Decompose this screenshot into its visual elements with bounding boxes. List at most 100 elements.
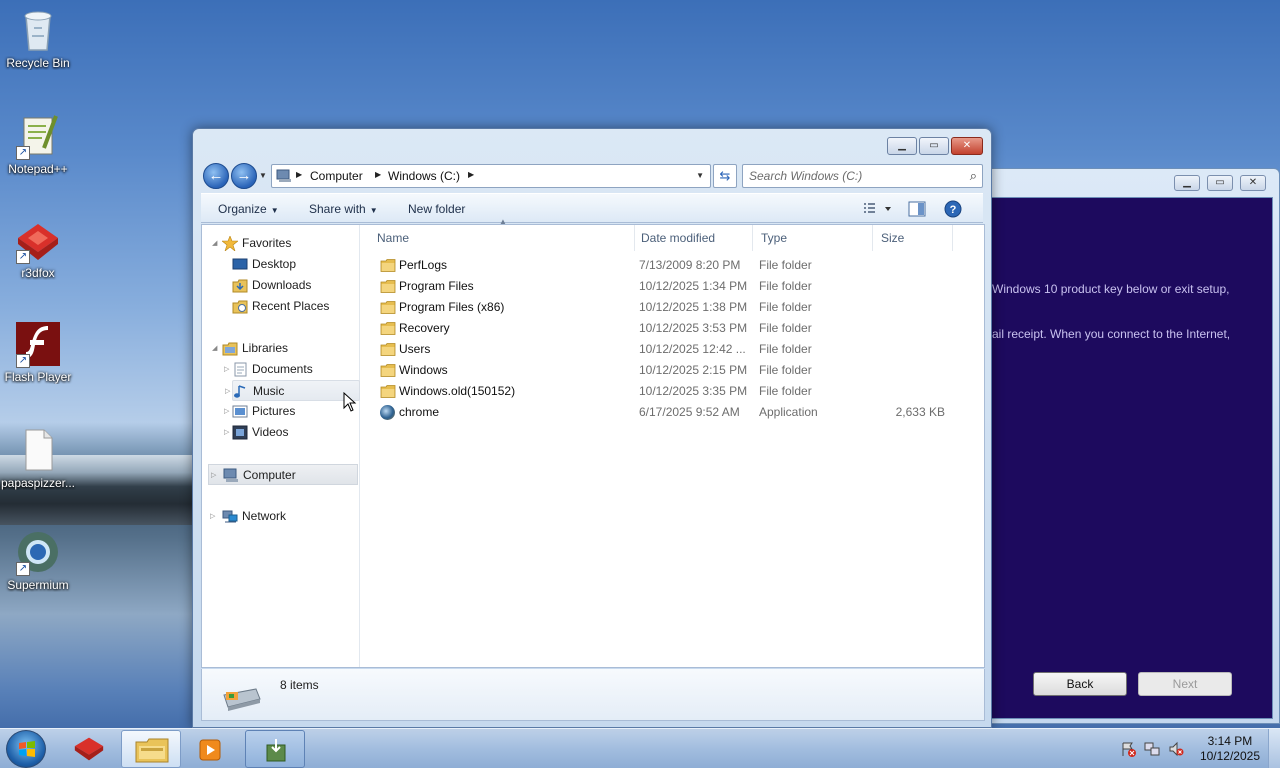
file-type: File folder bbox=[759, 279, 812, 293]
maximize-button[interactable]: ▭ bbox=[919, 137, 949, 155]
taskbar-windows-explorer[interactable] bbox=[121, 730, 181, 768]
nav-pictures[interactable]: ▷ Pictures bbox=[224, 401, 295, 422]
nav-desktop[interactable]: Desktop bbox=[232, 254, 297, 275]
nav-recent-places[interactable]: Recent Places bbox=[232, 296, 329, 317]
search-input[interactable] bbox=[743, 165, 953, 187]
desktop-icon bbox=[232, 257, 248, 272]
file-row[interactable]: Users 10/12/2025 12:42 ... File folder bbox=[371, 339, 951, 360]
column-header-size[interactable]: Size bbox=[873, 225, 953, 251]
item-count: 8 items bbox=[280, 678, 319, 692]
file-row[interactable]: PerfLogs 7/13/2009 8:20 PM File folder bbox=[371, 255, 951, 276]
file-row[interactable]: Program Files 10/12/2025 1:34 PM File fold… bbox=[371, 276, 951, 297]
collapsed-arrow-icon[interactable]: ▷ bbox=[210, 506, 215, 527]
address-bar[interactable]: ▶ Computer ▶ Windows (C:) ▶ ▼ bbox=[271, 164, 711, 188]
address-dropdown-icon[interactable]: ▼ bbox=[696, 171, 704, 180]
close-button[interactable]: ✕ bbox=[1240, 175, 1266, 191]
file-name: Windows bbox=[399, 363, 448, 377]
desktop-icon-r3dfox[interactable]: ↗ r3dfox bbox=[0, 216, 76, 280]
recycle-bin-icon bbox=[14, 6, 62, 54]
file-size: 2,633 KB bbox=[895, 405, 945, 419]
nav-label: Desktop bbox=[252, 257, 297, 271]
column-header-type[interactable]: Type bbox=[753, 225, 873, 251]
change-view-icon[interactable] bbox=[863, 202, 893, 216]
windows-logo-icon bbox=[19, 741, 35, 757]
desktop-icon-notepad-plus-plus[interactable]: ↗ Notepad++ bbox=[0, 112, 76, 176]
refresh-button[interactable]: ⇆ bbox=[713, 164, 737, 188]
share-with-label: Share with bbox=[309, 202, 366, 216]
nav-label: Libraries bbox=[242, 341, 289, 355]
file-row[interactable]: Windows.old(150152) 10/12/2025 3:35 PM Fil… bbox=[371, 381, 951, 402]
close-button[interactable]: ✕ bbox=[951, 137, 983, 155]
file-row[interactable]: Program Files (x86) 10/12/2025 1:38 PM Fil… bbox=[371, 297, 951, 318]
file-name: Windows.old(150152) bbox=[399, 384, 516, 398]
clock[interactable]: 3:14 PM 10/12/2025 bbox=[1200, 734, 1260, 764]
nav-documents[interactable]: ▷ Documents bbox=[224, 359, 313, 380]
desktop-icon-supermium[interactable]: ↗ Supermium bbox=[0, 528, 76, 592]
minimize-button[interactable]: ▁ bbox=[887, 137, 917, 155]
show-desktop-button[interactable] bbox=[1268, 729, 1280, 768]
taskbar-media-player[interactable] bbox=[182, 730, 242, 768]
chevron-right-icon[interactable]: ▶ bbox=[296, 170, 302, 179]
file-type: File folder bbox=[759, 258, 812, 272]
expanded-arrow-icon[interactable]: ◢ bbox=[212, 338, 217, 359]
nav-music[interactable]: ▷ Music bbox=[225, 380, 360, 401]
breadcrumb-computer[interactable]: Computer bbox=[310, 169, 363, 183]
breadcrumb-windows-c[interactable]: Windows (C:) bbox=[388, 169, 460, 183]
organize-menu[interactable]: Organize ▼ bbox=[218, 202, 279, 216]
collapsed-arrow-icon[interactable]: ▷ bbox=[224, 359, 229, 380]
file-row[interactable]: chrome 6/17/2025 9:52 AM Application 2,633 … bbox=[371, 402, 951, 423]
navigation-bar: ← → ▼ ▶ Computer ▶ Windows (C:) ▶ ▼ ⇆ ⌕ bbox=[201, 161, 983, 189]
help-icon[interactable]: ? bbox=[944, 200, 962, 218]
downloads-icon bbox=[232, 278, 248, 293]
star-icon bbox=[221, 235, 239, 252]
back-button[interactable]: Back bbox=[1033, 672, 1127, 696]
nav-downloads[interactable]: Downloads bbox=[232, 275, 311, 296]
nav-computer[interactable]: ▷ Computer bbox=[208, 464, 358, 485]
nav-network[interactable]: ▷ Network bbox=[210, 506, 286, 527]
collapsed-arrow-icon[interactable]: ▷ bbox=[224, 422, 229, 443]
new-folder-button[interactable]: New folder bbox=[408, 202, 465, 216]
preview-pane-icon[interactable] bbox=[908, 201, 926, 217]
action-center-flag-icon[interactable] bbox=[1120, 741, 1136, 757]
desktop-icon-label: Flash Player bbox=[4, 370, 72, 384]
back-button[interactable]: ← bbox=[203, 163, 229, 189]
search-icon[interactable]: ⌕ bbox=[970, 168, 977, 184]
chevron-right-icon[interactable]: ▶ bbox=[375, 170, 381, 179]
nav-favorites[interactable]: ◢ Favorites bbox=[212, 233, 358, 254]
collapsed-arrow-icon[interactable]: ▷ bbox=[224, 401, 229, 422]
chevron-right-icon[interactable]: ▶ bbox=[468, 170, 474, 179]
next-button[interactable]: Next bbox=[1138, 672, 1232, 696]
nav-libraries[interactable]: ◢ Libraries bbox=[212, 338, 289, 359]
nav-videos[interactable]: ▷ Videos bbox=[224, 422, 288, 443]
file-date-modified: 10/12/2025 2:15 PM bbox=[639, 363, 748, 377]
file-date-modified: 6/17/2025 9:52 AM bbox=[639, 405, 740, 419]
collapsed-arrow-icon[interactable]: ▷ bbox=[225, 381, 230, 402]
taskbar-r3dfox[interactable] bbox=[60, 730, 120, 768]
column-header-date-modified[interactable]: Date modified bbox=[633, 225, 753, 251]
expanded-arrow-icon[interactable]: ◢ bbox=[212, 233, 217, 254]
share-with-menu[interactable]: Share with ▼ bbox=[309, 202, 378, 216]
minimize-button[interactable]: ▁ bbox=[1174, 175, 1200, 191]
column-header-name[interactable]: Name bbox=[369, 225, 635, 251]
desktop-icon-papaspizzer[interactable]: papaspizzer... bbox=[0, 426, 76, 490]
search-box[interactable]: ⌕ bbox=[742, 164, 983, 188]
file-row[interactable]: Windows 10/12/2025 2:15 PM File folder bbox=[371, 360, 951, 381]
volume-muted-icon[interactable] bbox=[1168, 741, 1184, 757]
taskbar-windows-setup[interactable] bbox=[245, 730, 305, 768]
file-name: PerfLogs bbox=[399, 258, 448, 272]
desktop-icon-recycle-bin[interactable]: Recycle Bin bbox=[0, 6, 76, 70]
shortcut-arrow-icon: ↗ bbox=[16, 146, 30, 160]
recent-pages-dropdown-icon[interactable]: ▼ bbox=[259, 171, 267, 180]
forward-button[interactable]: → bbox=[231, 163, 257, 189]
chevron-down-icon: ▼ bbox=[369, 206, 378, 215]
computer-icon bbox=[276, 169, 291, 182]
notepad-plus-plus-icon: ↗ bbox=[14, 112, 62, 160]
desktop-icon-flash-player[interactable]: ↗ Flash Player bbox=[0, 320, 76, 384]
start-button[interactable] bbox=[6, 730, 46, 768]
nav-label: Documents bbox=[252, 362, 313, 376]
file-name: Users bbox=[399, 342, 431, 356]
collapsed-arrow-icon[interactable]: ▷ bbox=[211, 465, 216, 486]
network-status-icon[interactable] bbox=[1144, 741, 1160, 757]
maximize-button[interactable]: ▭ bbox=[1207, 175, 1233, 191]
file-row[interactable]: Recovery 10/12/2025 3:53 PM File folder bbox=[371, 318, 951, 339]
